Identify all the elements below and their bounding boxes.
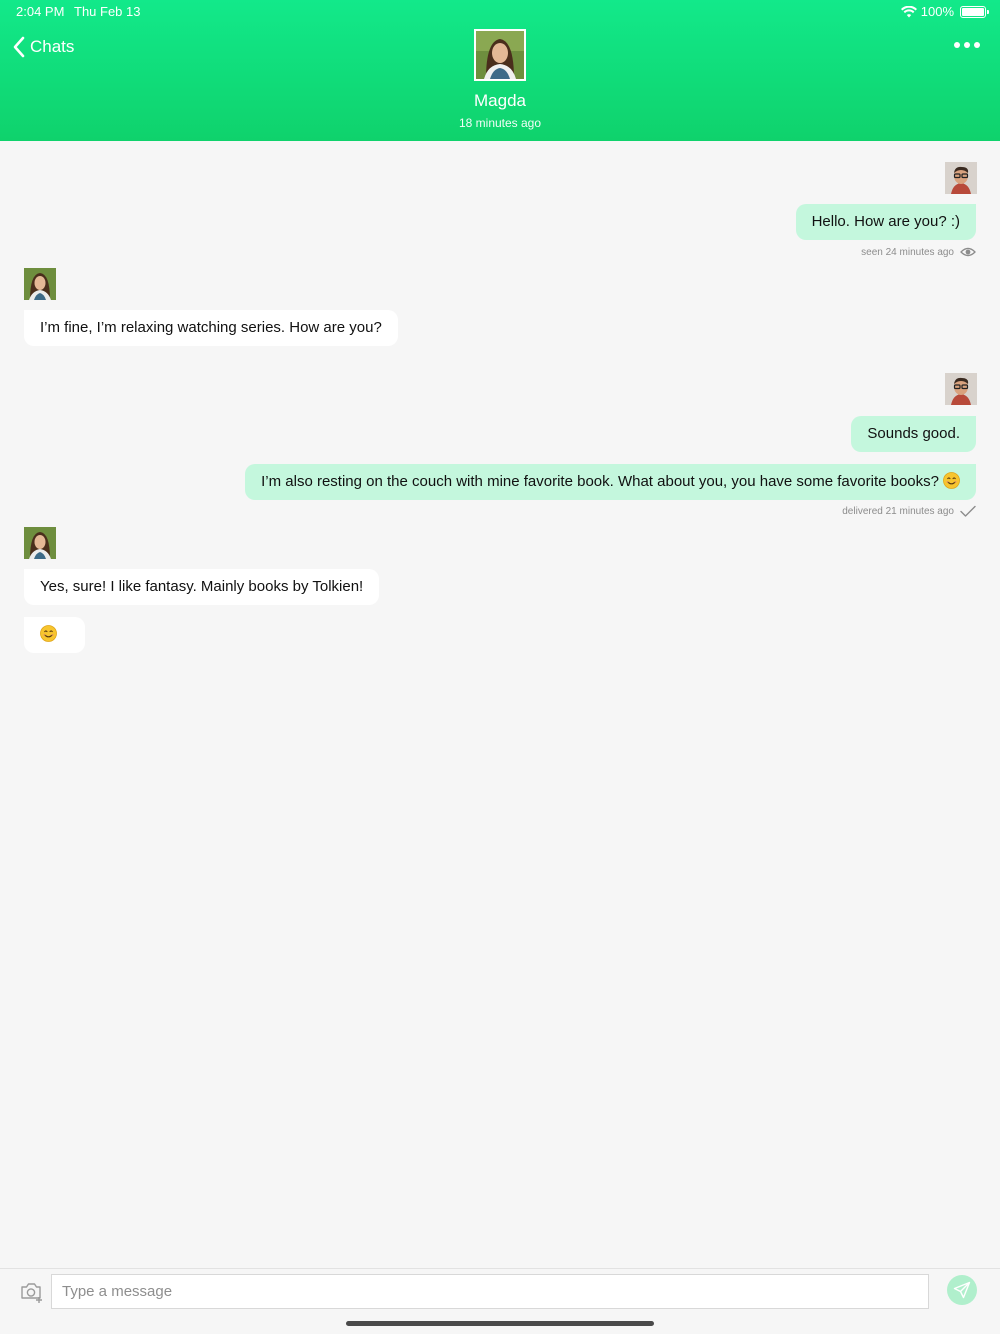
send-icon [953,1281,971,1299]
back-label: Chats [30,37,75,56]
more-button[interactable] [954,42,980,48]
chevron-left-icon [13,36,25,58]
status-date: Thu Feb 13 [74,4,141,19]
contact-name: Magda [474,91,526,110]
message-bubble[interactable] [24,617,85,653]
status-indicators: 100% [900,4,989,19]
wifi-icon [900,5,917,17]
message-status-text: seen 24 minutes ago [861,246,954,258]
message-text: Sounds good. [867,425,960,442]
more-horizontal-icon [954,42,960,48]
message-bubble[interactable]: I’m also resting on the couch with mine … [245,464,976,500]
smiling-face-emoji [40,625,57,642]
home-indicator[interactable] [346,1321,654,1326]
my-avatar [945,162,977,194]
back-button[interactable]: Chats [12,36,74,58]
battery-percentage: 100% [920,4,954,19]
contact-message-avatar [24,527,56,559]
message-bubble[interactable]: Sounds good. [851,416,976,452]
camera-add-icon[interactable] [20,1281,44,1303]
message-bubble[interactable]: Yes, sure! I like fantasy. Mainly books … [24,569,380,605]
contact-message-avatar [24,268,56,300]
message-status-text: delivered 21 minutes ago [842,505,954,517]
contact-last-seen: 18 minutes ago [458,116,542,130]
smiling-face-emoji [943,472,960,489]
message-status: seen 24 minutes ago [861,246,976,258]
status-time: 2:04 PM [16,4,65,19]
message-bubble[interactable]: Hello. How are you? :) [795,204,976,240]
checkmark-icon [960,505,976,517]
send-button[interactable] [947,1275,977,1305]
message-text: I’m fine, I’m relaxing watching series. … [40,319,382,336]
my-avatar [945,373,977,405]
message-text: Hello. How are you? :) [811,213,960,230]
battery-icon [960,5,989,18]
chat-header: 2:04 PM Thu Feb 13 100% Chats Magda 18 m… [0,0,1000,141]
contact-avatar[interactable] [474,29,526,81]
message-text: Yes, sure! I like fantasy. Mainly books … [40,578,364,595]
message-bubble[interactable]: I’m fine, I’m relaxing watching series. … [24,310,398,346]
eye-icon [960,247,976,257]
message-text: I’m also resting on the couch with mine … [261,473,939,490]
message-status: delivered 21 minutes ago [842,505,976,517]
message-input[interactable] [51,1274,929,1309]
